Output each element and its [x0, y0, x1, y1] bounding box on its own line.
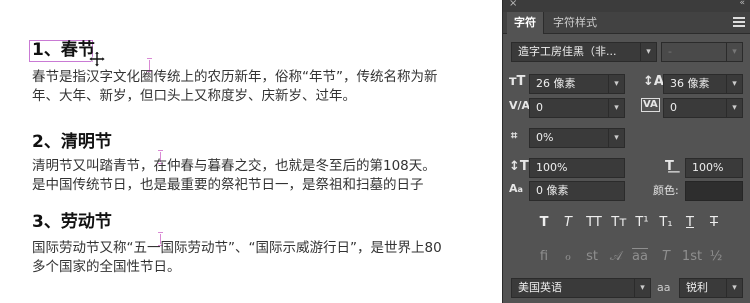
collapse-icon[interactable]: «: [739, 0, 745, 8]
strikethrough-button[interactable]: T: [705, 214, 723, 232]
vertical-scale-icon: ↕T: [509, 159, 529, 174]
chevron-down-icon: ▾: [726, 75, 742, 93]
paragraph-spring-festival[interactable]: 春节是指汉字文化圈传统上的农历新年，俗称“年节”，传统名称为新 年、大年、新岁，…: [32, 68, 492, 106]
language-select[interactable]: 美国英语 ▾: [511, 278, 651, 298]
font-family-select[interactable]: 造字工房佳黑（非... ▾: [511, 42, 657, 62]
tsume-icon: ⌗: [511, 129, 518, 142]
font-family-value: 造字工房佳黑（非...: [518, 45, 617, 58]
panel-title-bar: × «: [503, 0, 750, 12]
swash-button[interactable]: 𝒜: [607, 248, 625, 266]
tab-character[interactable]: 字符: [507, 12, 544, 34]
close-icon[interactable]: ×: [509, 0, 517, 9]
tracking-value: 0: [670, 101, 677, 114]
chevron-down-icon: ▾: [726, 279, 742, 297]
antialias-value: 锐利: [686, 281, 708, 294]
font-size-input[interactable]: 26 像素 ▾: [529, 74, 625, 94]
kerning-value: 0: [536, 101, 543, 114]
antialias-icon: aa: [657, 281, 671, 294]
ordinals-button[interactable]: 1st: [681, 248, 703, 266]
all-caps-button[interactable]: TT: [583, 214, 605, 232]
ligatures-button[interactable]: fi: [535, 248, 553, 266]
heading-qingming[interactable]: 2、清明节: [32, 132, 112, 152]
discretionary-ligatures-button[interactable]: st: [583, 248, 601, 266]
vertical-scale-input[interactable]: 100%: [529, 158, 625, 178]
titling-alternates-button[interactable]: T: [657, 248, 675, 266]
faux-bold-button[interactable]: T: [535, 214, 553, 232]
stylistic-alternates-button[interactable]: aa: [631, 248, 649, 266]
fractions-button[interactable]: ½: [707, 248, 725, 266]
heading-spring-festival[interactable]: 1、春节: [32, 40, 95, 60]
baseline-shift-input[interactable]: 0 像素: [529, 181, 625, 201]
leading-input[interactable]: 36 像素 ▾: [663, 74, 743, 94]
chevron-down-icon: ▾: [726, 43, 742, 61]
chevron-down-icon: ▾: [608, 99, 624, 117]
horizontal-scale-input[interactable]: 100%: [685, 158, 743, 178]
font-size-icon: ᴛT: [509, 74, 526, 89]
antialias-select[interactable]: 锐利 ▾: [679, 278, 743, 298]
heading-labor-day[interactable]: 3、劳动节: [32, 212, 112, 232]
chevron-down-icon: ▾: [640, 43, 656, 61]
paragraph-qingming[interactable]: 清明节又叫踏青节，在仲春与暮春之交，也就是冬至后的第108天。 是中国传统节日，…: [32, 157, 492, 195]
leading-value: 36 像素: [670, 77, 710, 90]
font-style-value: -: [668, 45, 672, 58]
chevron-down-icon: ▾: [726, 99, 742, 117]
underline-button[interactable]: T: [681, 214, 699, 232]
kerning-icon: V/A: [509, 99, 531, 112]
horizontal-scale-icon: T͟: [665, 159, 674, 174]
color-swatch[interactable]: [685, 181, 743, 201]
chevron-down-icon: ▾: [634, 279, 650, 297]
contextual-alternates-button[interactable]: ℴ: [559, 248, 577, 266]
tab-character-styles[interactable]: 字符样式: [546, 12, 604, 34]
tsume-select[interactable]: 0% ▾: [529, 128, 625, 148]
superscript-button[interactable]: T¹: [633, 214, 651, 232]
character-panel: × « 字符 字符样式 造字工房佳黑（非... ▾ - ▾ ᴛT 26 像素 ▾…: [502, 0, 750, 303]
chevron-down-icon: ▾: [608, 129, 624, 147]
baseline-shift-icon: Aa: [509, 182, 523, 195]
font-style-select[interactable]: - ▾: [661, 42, 743, 62]
language-value: 美国英语: [518, 281, 562, 294]
subscript-button[interactable]: T₁: [657, 214, 675, 232]
paragraph-labor-day[interactable]: 国际劳动节又称“五一国际劳动节”、“国际示威游行日”，是世界上80 多个国家的全…: [32, 239, 492, 277]
panel-tabs: 字符 字符样式: [503, 12, 750, 34]
document-canvas[interactable]: 1、春节 春节是指汉字文化圈传统上的农历新年，俗称“年节”，传统名称为新 年、大…: [0, 0, 502, 303]
tracking-select[interactable]: 0 ▾: [663, 98, 743, 118]
faux-italic-button[interactable]: T: [559, 214, 577, 232]
chevron-down-icon: ▾: [608, 75, 624, 93]
tracking-icon: VA: [641, 98, 660, 112]
panel-menu-icon[interactable]: [733, 17, 745, 27]
color-label: 颜色:: [653, 184, 679, 197]
kerning-select[interactable]: 0 ▾: [529, 98, 625, 118]
font-size-value: 26 像素: [536, 77, 576, 90]
leading-icon: ↕A: [643, 74, 664, 89]
move-cursor-icon: [89, 51, 105, 67]
small-caps-button[interactable]: Tт: [609, 214, 629, 232]
tsume-value: 0%: [536, 131, 554, 144]
